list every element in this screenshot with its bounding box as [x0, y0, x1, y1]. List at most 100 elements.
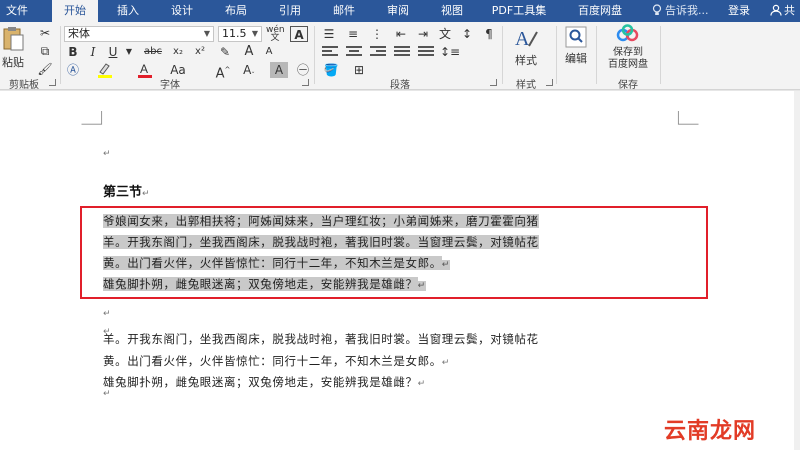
highlight-color-icon[interactable] — [96, 62, 114, 78]
tab-insert[interactable]: 插入 — [108, 0, 148, 22]
font-name-value: 宋体 — [68, 27, 90, 40]
share-label: 共 — [784, 4, 795, 17]
tab-view[interactable]: 视图 — [432, 0, 472, 22]
save-group-label: 保存 — [618, 80, 638, 91]
paragraph-mark: ↵ — [441, 358, 450, 368]
ribbon-tab-bar: 文件 开始 插入 设计 布局 引用 邮件 审阅 视图 PDF工具集 百度网盘 告… — [0, 0, 800, 22]
styles-group-label: 样式 — [516, 80, 536, 91]
highlighter-icon — [98, 63, 112, 78]
styles-launcher-icon[interactable] — [546, 79, 553, 86]
phonetic-guide-label: wén — [266, 25, 285, 35]
tab-baidu-netdisk[interactable]: 百度网盘 — [570, 0, 630, 22]
chinese-layout-icon[interactable]: 文 — [436, 26, 454, 42]
ribbon-home: 粘贴 ✂ ⧉ 🖌 剪贴板 宋体 ▼ 11.5 ▼ wén文 A B I U ▼ ab… — [0, 22, 800, 91]
sort-icon[interactable]: ↕ — [458, 26, 476, 42]
tab-mailings[interactable]: 邮件 — [324, 0, 364, 22]
svg-text:A: A — [140, 62, 148, 76]
paste-label: 粘贴 — [2, 56, 24, 69]
styles-label: 样式 — [515, 54, 537, 67]
multilevel-list-icon[interactable]: ⋮ — [368, 26, 386, 42]
text-line[interactable]: 雄兔脚扑朔，雌兔眼迷离；双兔傍地走，安能辨我是雄雌？↵ — [103, 374, 426, 390]
format-painter-icon[interactable]: 🖌 — [36, 61, 54, 77]
phonetic-guide-icon[interactable]: wén文 — [266, 25, 285, 43]
svg-text:A: A — [515, 28, 530, 50]
text-line[interactable]: 羊。开我东阁门，坐我西阁床，脱我战时袍，著我旧时裳。当窗理云鬓，对镜帖花 — [103, 331, 539, 347]
tab-layout[interactable]: 布局 — [216, 0, 256, 22]
selection-highlight-box — [80, 206, 708, 299]
paragraph-group-label: 段落 — [390, 80, 410, 91]
paragraph-mark: ↵ — [103, 309, 111, 319]
section-heading[interactable]: 第三节↵ — [103, 181, 150, 200]
styles-icon: A — [515, 28, 538, 50]
character-border-icon[interactable]: A — [290, 26, 308, 42]
font-launcher-icon[interactable] — [302, 79, 309, 86]
body-text: 羊。开我东阁门，坐我西阁床，脱我战时袍，著我旧时裳。当窗理云鬓，对镜帖花 — [103, 332, 539, 346]
clipboard-launcher-icon[interactable] — [49, 79, 56, 86]
chevron-down-icon: ▼ — [251, 29, 258, 38]
subscript-icon[interactable]: x₂ — [168, 44, 188, 60]
tab-references[interactable]: 引用 — [270, 0, 310, 22]
body-text: 雄兔脚扑朔，雌兔眼迷离；双兔傍地走，安能辨我是雄雌？ — [103, 375, 418, 389]
strikethrough-icon[interactable]: abc — [140, 44, 166, 60]
paragraph-launcher-icon[interactable] — [490, 79, 497, 86]
save-baidu-label-1: 保存到 — [613, 47, 643, 58]
login-link[interactable]: 登录 — [728, 0, 750, 22]
align-center-icon[interactable] — [346, 46, 362, 59]
tab-file[interactable]: 文件 — [0, 0, 34, 22]
enclose-characters-icon[interactable]: ㊀ — [294, 62, 312, 78]
lightbulb-icon — [652, 4, 662, 15]
clipboard-icon — [3, 27, 24, 51]
align-right-icon[interactable] — [370, 46, 386, 59]
underline-dropdown-icon[interactable]: ▼ — [120, 44, 138, 60]
watermark-logo: 云南龙网 — [664, 419, 757, 444]
font-name-select[interactable]: 宋体 ▼ — [64, 26, 214, 42]
paragraph-mark: ↵ — [142, 189, 150, 199]
decrease-indent-icon[interactable]: ⇤ — [392, 26, 410, 42]
tab-home[interactable]: 开始 — [52, 0, 98, 22]
line-spacing-icon[interactable]: ↕≡ — [440, 44, 460, 60]
document-page[interactable]: ↵ 第三节↵ 爷娘闻女来，出郭相扶将；阿姊闻妹来，当户理红妆；小弟闻姊来，磨刀霍… — [0, 91, 800, 450]
tell-me-label: 告诉我... — [665, 4, 709, 17]
editing-button[interactable]: 编辑 — [560, 26, 592, 67]
text-effects-icon[interactable]: ✎ — [216, 44, 234, 60]
save-to-baidu-button[interactable]: 保存到 百度网盘 — [600, 24, 656, 71]
tab-design[interactable]: 设计 — [162, 0, 202, 22]
grow-font-alt-icon[interactable]: A^ — [214, 62, 232, 81]
bold-icon[interactable]: B — [64, 44, 82, 60]
char-shading-icon[interactable]: Aˇ — [240, 62, 258, 79]
align-left-icon[interactable] — [322, 46, 338, 59]
vertical-scrollbar[interactable] — [794, 91, 800, 450]
distributed-icon[interactable] — [418, 46, 434, 59]
tab-pdf-tools[interactable]: PDF工具集 — [484, 0, 554, 22]
section-heading-text: 第三节 — [103, 185, 143, 200]
font-size-value: 11.5 — [222, 27, 247, 40]
bullets-icon[interactable]: ☰ — [320, 26, 338, 42]
show-marks-icon[interactable]: ¶ — [480, 26, 498, 42]
grow-font-icon[interactable]: A — [240, 44, 258, 60]
shrink-font-icon[interactable]: A — [260, 44, 278, 60]
chevron-down-icon: ▼ — [203, 29, 210, 38]
cloud-icon — [616, 24, 639, 42]
superscript-icon[interactable]: x² — [190, 44, 210, 60]
character-shading-icon[interactable]: A — [270, 62, 288, 78]
cut-icon[interactable]: ✂ — [36, 25, 54, 41]
paragraph-mark: ↵ — [103, 149, 111, 159]
copy-icon[interactable]: ⧉ — [36, 43, 54, 59]
tell-me-search[interactable]: 告诉我... — [652, 0, 709, 22]
numbering-icon[interactable]: ≡ — [344, 26, 362, 42]
shading-icon[interactable]: 🪣 — [322, 62, 340, 78]
share-button[interactable]: 共 — [764, 0, 800, 22]
margin-corner-top-left — [81, 111, 103, 125]
text-line[interactable]: 黄。出门看火伴，火伴皆惊忙：同行十二年，不知木兰是女郎。↵ — [103, 353, 450, 369]
paste-button[interactable]: 粘贴 — [0, 26, 26, 72]
editing-label: 编辑 — [565, 52, 587, 65]
italic-icon[interactable]: I — [84, 44, 102, 60]
borders-icon[interactable]: ⊞ — [350, 62, 368, 78]
styles-button[interactable]: A 样式 — [508, 26, 544, 69]
font-size-select[interactable]: 11.5 ▼ — [218, 26, 262, 42]
increase-indent-icon[interactable]: ⇥ — [414, 26, 432, 42]
text-effects-outline-icon[interactable]: Ⓐ — [64, 62, 82, 78]
justify-icon[interactable] — [394, 46, 410, 59]
tab-review[interactable]: 审阅 — [378, 0, 418, 22]
paragraph-mark: ↵ — [103, 389, 111, 399]
